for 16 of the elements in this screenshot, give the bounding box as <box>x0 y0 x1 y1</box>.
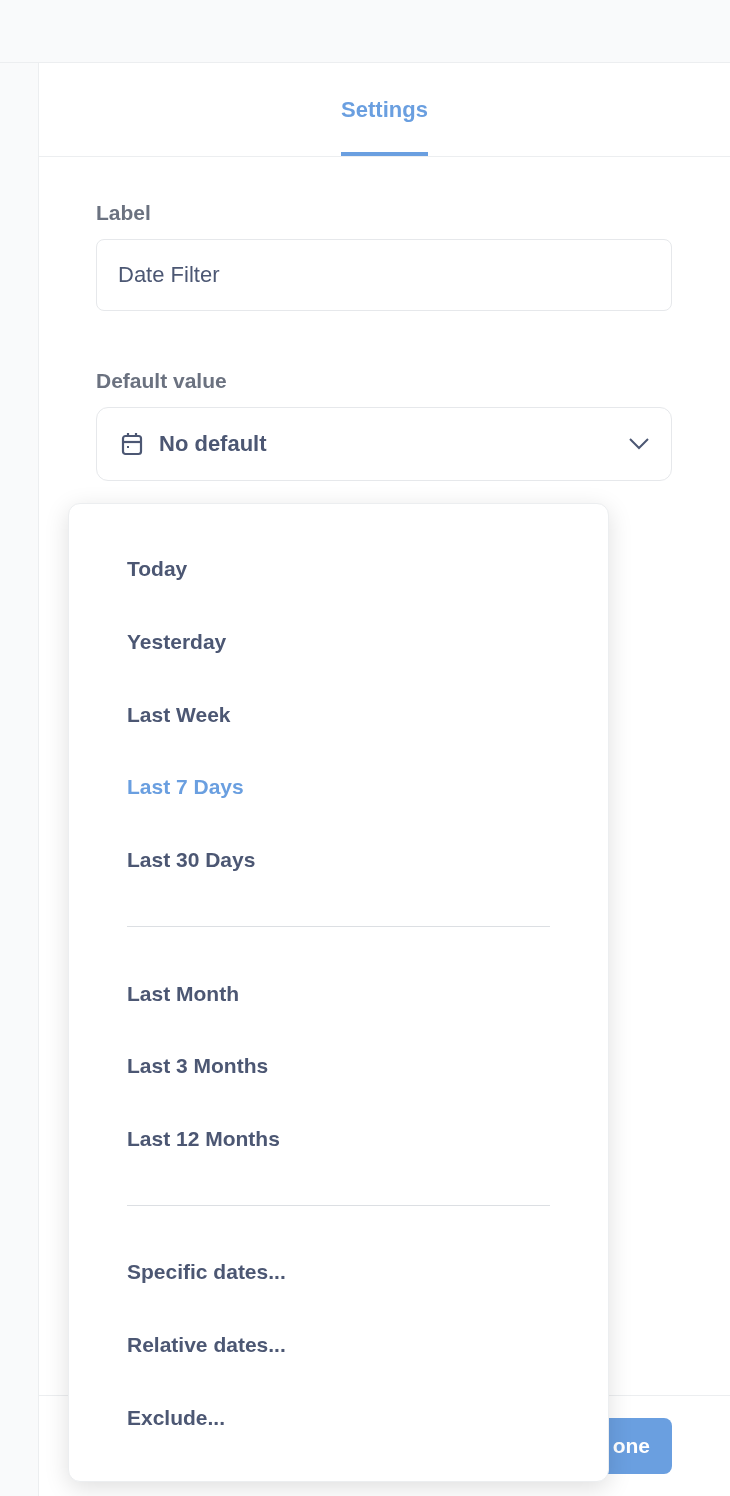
menu-item[interactable]: Exclude... <box>127 1405 226 1430</box>
field-label: Label <box>96 201 151 225</box>
menu-item[interactable]: Last Week <box>127 702 231 727</box>
menu-item[interactable]: Last 12 Months <box>127 1126 280 1151</box>
chevron-down-icon <box>629 438 649 450</box>
field-label: Default value <box>96 369 227 393</box>
menu-item[interactable]: Last 30 Days <box>127 847 256 872</box>
input-field[interactable]: Date Filter <box>96 239 672 311</box>
menu-item[interactable]: Last 3 Months <box>127 1054 269 1079</box>
menu-item[interactable]: Today <box>127 557 188 582</box>
menu-item[interactable]: Relative dates... <box>127 1333 286 1358</box>
menu-item[interactable]: Yesterday <box>127 629 227 654</box>
calendar-icon <box>121 432 143 456</box>
menu-item[interactable]: Specific dates... <box>127 1260 286 1285</box>
menu-item[interactable]: Last Month <box>127 981 239 1006</box>
date-select[interactable]: No default <box>96 407 672 481</box>
